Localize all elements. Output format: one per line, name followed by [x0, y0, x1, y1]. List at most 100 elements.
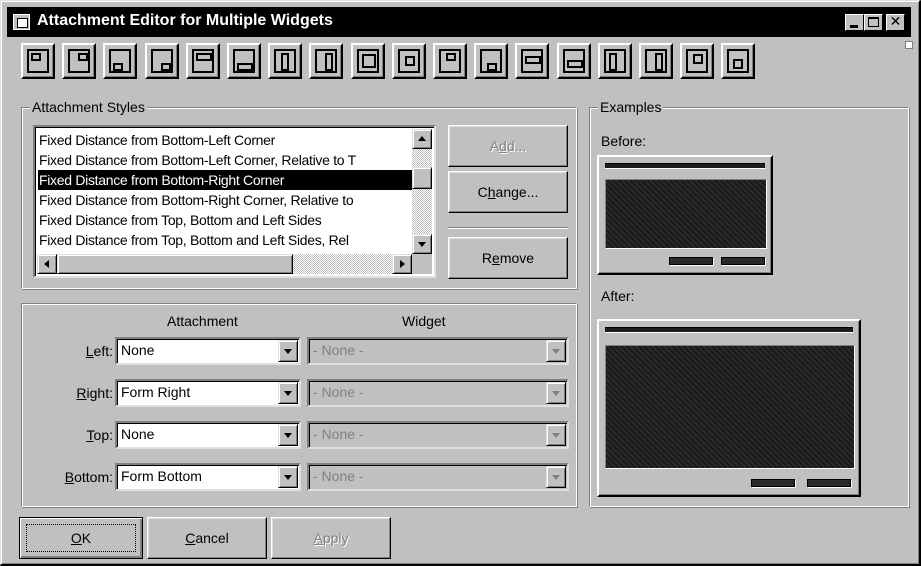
- top-label-mnemonic: T: [86, 427, 94, 443]
- dropdown-button[interactable]: [278, 466, 298, 488]
- attachment-style-tool-button[interactable]: [639, 43, 673, 79]
- dropdown-button[interactable]: [278, 382, 298, 404]
- ok-button[interactable]: OK: [19, 517, 143, 559]
- before-preview-button: [721, 257, 765, 265]
- maximize-icon: [868, 17, 879, 27]
- button-separator: [448, 227, 568, 229]
- chevron-down-icon: [284, 475, 292, 480]
- horizontal-scroll-thumb[interactable]: [57, 254, 293, 274]
- resize-grip-icon[interactable]: [905, 41, 913, 49]
- up-arrow-icon: [418, 136, 426, 141]
- attachment-style-tool-button[interactable]: [62, 43, 97, 79]
- left-attachment-combo[interactable]: None: [115, 337, 301, 365]
- minimize-button[interactable]: [845, 14, 864, 31]
- attachment-style-tool-button[interactable]: [185, 43, 220, 79]
- after-preview-area: [605, 345, 855, 469]
- list-item[interactable]: Fixed Distance from Bottom-Right Corner,…: [38, 190, 413, 210]
- attach-all-sides-icon: [356, 49, 379, 73]
- vertical-scroll-thumb[interactable]: [412, 167, 432, 189]
- dropdown-button[interactable]: [546, 424, 566, 446]
- add-label-mnemonic: d: [499, 138, 507, 154]
- cancel-label-rest: ancel: [195, 530, 229, 546]
- dropdown-button[interactable]: [546, 340, 566, 362]
- bottom-widget-combo[interactable]: - None -: [307, 463, 569, 491]
- attachment-style-tool-button[interactable]: [391, 43, 426, 79]
- change-button[interactable]: Change...: [448, 171, 568, 213]
- scroll-right-button[interactable]: [392, 254, 412, 274]
- attachment-style-tool-button[interactable]: [433, 43, 467, 79]
- attachment-style-tool-button[interactable]: [144, 43, 179, 79]
- list-vertical-scrollbar[interactable]: [412, 129, 432, 254]
- list-item[interactable]: Fixed Distance from Top, Bottom and Left…: [38, 230, 413, 250]
- attachment-style-tool-button[interactable]: [597, 43, 632, 79]
- attachment-style-tool-button[interactable]: [556, 43, 591, 79]
- attach-top-left-right-icon: [521, 49, 544, 73]
- attach-bottom-left-icon: [109, 49, 132, 73]
- chevron-down-icon: [284, 349, 292, 354]
- top-widget-combo[interactable]: - None -: [307, 421, 569, 449]
- scrollbar-corner: [412, 254, 432, 274]
- scroll-up-button[interactable]: [412, 129, 432, 149]
- app-icon[interactable]: [13, 14, 30, 30]
- list-item[interactable]: Fixed Distance from Bottom-Left Corner: [38, 130, 413, 150]
- right-label-rest: ight:: [86, 385, 113, 401]
- right-widget-combo[interactable]: - None -: [307, 379, 569, 407]
- widget-column-header: Widget: [402, 313, 446, 329]
- title-bar[interactable]: Attachment Editor for Multiple Widgets ✕: [7, 7, 911, 37]
- left-label-mnemonic: L: [85, 343, 94, 359]
- attachment-style-tool-button[interactable]: [350, 43, 385, 79]
- attach-top-stretch-icon: [191, 49, 214, 73]
- attachment-column-header: Attachment: [167, 313, 238, 329]
- scroll-down-button[interactable]: [412, 234, 432, 254]
- top-label-rest: op:: [93, 427, 113, 443]
- before-preview-button: [669, 257, 713, 265]
- list-item[interactable]: Fixed Distance from Bottom-Left Corner, …: [38, 150, 413, 170]
- before-preview: [597, 155, 773, 275]
- before-preview-area: [605, 179, 767, 249]
- bottom-attachment-value: Form Bottom: [121, 468, 202, 484]
- dropdown-button[interactable]: [546, 466, 566, 488]
- attachment-style-tool-button[interactable]: [268, 43, 303, 79]
- apply-label-rest: pply: [322, 530, 349, 546]
- apply-button[interactable]: Apply: [271, 517, 391, 559]
- maximize-button[interactable]: [864, 14, 883, 31]
- attachment-styles-list[interactable]: Fixed Distance from Bottom-Left Corner Fi…: [33, 125, 436, 278]
- left-label: Left:: [31, 343, 113, 359]
- after-preview-button: [751, 479, 795, 487]
- attachment-style-tool-button[interactable]: [515, 43, 550, 79]
- list-item[interactable]: Fixed Distance from Top, Bottom and Left…: [38, 210, 413, 230]
- scroll-left-button[interactable]: [37, 254, 57, 274]
- before-preview-titlebar: [605, 163, 765, 169]
- attach-center-icon: [397, 49, 420, 73]
- right-arrow-icon: [400, 260, 405, 268]
- attachment-style-tool-button[interactable]: [103, 43, 138, 79]
- attachment-style-tool-button[interactable]: [680, 43, 715, 79]
- attach-left-top-bottom-icon: [603, 49, 626, 73]
- apply-label-mnemonic: A: [313, 530, 323, 546]
- attach-top-right-icon: [68, 49, 91, 73]
- list-item[interactable]: Fixed Distance from Bottom-Right Corner: [38, 170, 413, 190]
- chevron-down-icon: [552, 391, 560, 396]
- add-button[interactable]: Add...: [448, 125, 568, 167]
- change-label-mnemonic: h: [487, 184, 496, 200]
- attachment-style-tool-button[interactable]: [227, 43, 261, 79]
- list-horizontal-scrollbar[interactable]: [37, 254, 412, 274]
- attachment-style-tool-button[interactable]: [309, 43, 344, 79]
- attachment-style-tool-button[interactable]: [474, 43, 509, 79]
- dropdown-button[interactable]: [278, 424, 298, 446]
- close-button[interactable]: ✕: [886, 14, 905, 31]
- bottom-label-rest: ottom:: [74, 469, 113, 485]
- attachment-style-tool-button[interactable]: [21, 43, 55, 79]
- bottom-attachment-combo[interactable]: Form Bottom: [115, 463, 301, 491]
- close-icon: ✕: [889, 14, 902, 30]
- chevron-down-icon: [552, 349, 560, 354]
- attachment-style-tool-button[interactable]: [721, 43, 756, 79]
- remove-button[interactable]: Remove: [448, 237, 568, 279]
- dropdown-button[interactable]: [546, 382, 566, 404]
- top-attachment-combo[interactable]: None: [115, 421, 301, 449]
- left-widget-combo[interactable]: - None -: [307, 337, 569, 365]
- cancel-button[interactable]: Cancel: [147, 517, 267, 559]
- right-attachment-combo[interactable]: Form Right: [115, 379, 301, 407]
- attachment-styles-label: Attachment Styles: [30, 98, 147, 116]
- dropdown-button[interactable]: [278, 340, 298, 362]
